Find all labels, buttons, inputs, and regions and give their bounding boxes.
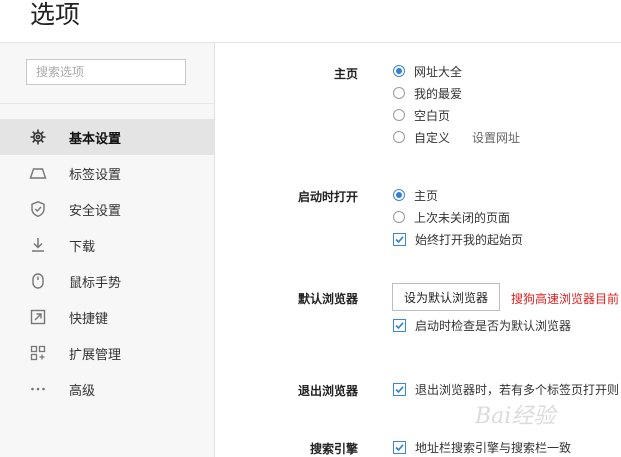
checkbox-checked[interactable] (393, 440, 406, 454)
search-input[interactable] (27, 60, 185, 84)
option-label: 自定义 (414, 130, 451, 145)
checkbox-checked[interactable] (393, 318, 406, 332)
homepage-option-blank[interactable]: 空白页 (393, 105, 450, 125)
homepage-option-custom[interactable]: 自定义 设置网址 (393, 127, 520, 147)
option-label: 主页 (414, 188, 439, 203)
search-box[interactable] (26, 59, 186, 85)
search-engine-section-label: 搜索引擎 (309, 442, 358, 456)
sidebar-item-extension-management[interactable]: 扩展管理 (0, 335, 214, 371)
option-label: 网址大全 (414, 64, 463, 79)
sidebar-item-shortcut[interactable]: 快捷键 (0, 299, 214, 335)
sidebar-item-label: 下载 (69, 239, 96, 255)
homepage-option-url-directory[interactable]: 网址大全 (393, 61, 462, 81)
gear-icon (29, 128, 47, 146)
startup-section-label: 启动时打开 (297, 190, 358, 204)
startup-always-open-start-page[interactable]: 始终打开我的起始页 (393, 229, 523, 249)
tab-icon (29, 164, 47, 182)
homepage-section-label: 主页 (333, 67, 358, 81)
sidebar-divider (0, 103, 214, 104)
sidebar-item-mouse-gesture[interactable]: 鼠标手势 (0, 263, 214, 299)
set-url-link[interactable]: 设置网址 (472, 129, 520, 146)
option-label: 地址栏搜索引擎与搜索栏一致 (415, 440, 572, 455)
extension-grid-icon (29, 344, 47, 362)
sidebar-item-label: 安全设置 (69, 203, 122, 219)
option-label: 启动时检查是否为默认浏览器 (415, 318, 572, 333)
watermark-text: Bai经验 (475, 404, 556, 429)
sidebar: 基本设置 标签设置 安全设置 下载 鼠标手势 (0, 43, 215, 457)
shortcut-icon (29, 308, 47, 326)
default-browser-status-note: 搜狗高速浏览器目前 (511, 292, 620, 306)
radio-unselected[interactable] (393, 109, 405, 121)
option-label: 我的最爱 (414, 86, 463, 101)
sidebar-item-label: 快捷键 (69, 311, 109, 327)
sidebar-item-label: 基本设置 (69, 131, 122, 147)
settings-panel: 主页 网址大全 我的最爱 空白页 自定义 设置网址 启动时打开 主页 上次未关闭… (215, 43, 621, 457)
more-dots-icon (29, 380, 47, 398)
radio-selected[interactable] (393, 65, 405, 77)
exit-browser-section-label: 退出浏览器 (297, 384, 358, 398)
download-icon (29, 236, 47, 254)
check-default-on-start[interactable]: 启动时检查是否为默认浏览器 (393, 315, 571, 335)
checkbox-checked[interactable] (393, 382, 406, 396)
sidebar-item-label: 高级 (69, 383, 96, 399)
option-label: 退出浏览器时，若有多个标签页打开则 (415, 382, 620, 397)
sidebar-item-download[interactable]: 下载 (0, 227, 214, 263)
default-browser-section-label: 默认浏览器 (297, 292, 358, 306)
sidebar-item-tab-settings[interactable]: 标签设置 (0, 155, 214, 191)
checkbox-checked[interactable] (393, 232, 406, 246)
mouse-icon (29, 272, 47, 290)
radio-unselected[interactable] (393, 211, 405, 223)
sidebar-item-security-settings[interactable]: 安全设置 (0, 191, 214, 227)
page-title: 选项 (30, 0, 81, 29)
set-default-browser-button[interactable]: 设为默认浏览器 (392, 283, 500, 311)
sidebar-item-advanced[interactable]: 高级 (0, 371, 214, 407)
startup-option-last-session[interactable]: 上次未关闭的页面 (393, 207, 510, 227)
shield-icon (29, 200, 47, 218)
option-label: 上次未关闭的页面 (414, 210, 511, 225)
sidebar-item-basic-settings[interactable]: 基本设置 (0, 119, 214, 155)
startup-option-homepage[interactable]: 主页 (393, 185, 438, 205)
radio-selected[interactable] (393, 189, 405, 201)
search-engine-sync[interactable]: 地址栏搜索引擎与搜索栏一致 (393, 437, 571, 457)
option-label: 始终打开我的起始页 (415, 232, 524, 247)
watermark: Bai经验 (475, 398, 555, 430)
radio-unselected[interactable] (393, 87, 405, 99)
sidebar-item-label: 扩展管理 (69, 347, 122, 363)
option-label: 空白页 (414, 108, 451, 123)
sidebar-nav: 基本设置 标签设置 安全设置 下载 鼠标手势 快捷键 扩展管理 高级 (0, 119, 214, 407)
sidebar-item-label: 鼠标手势 (69, 275, 122, 291)
homepage-option-favorites[interactable]: 我的最爱 (393, 83, 462, 103)
exit-warn-multiple-tabs[interactable]: 退出浏览器时，若有多个标签页打开则 (393, 379, 619, 399)
sidebar-item-label: 标签设置 (69, 167, 122, 183)
radio-unselected[interactable] (393, 131, 405, 143)
